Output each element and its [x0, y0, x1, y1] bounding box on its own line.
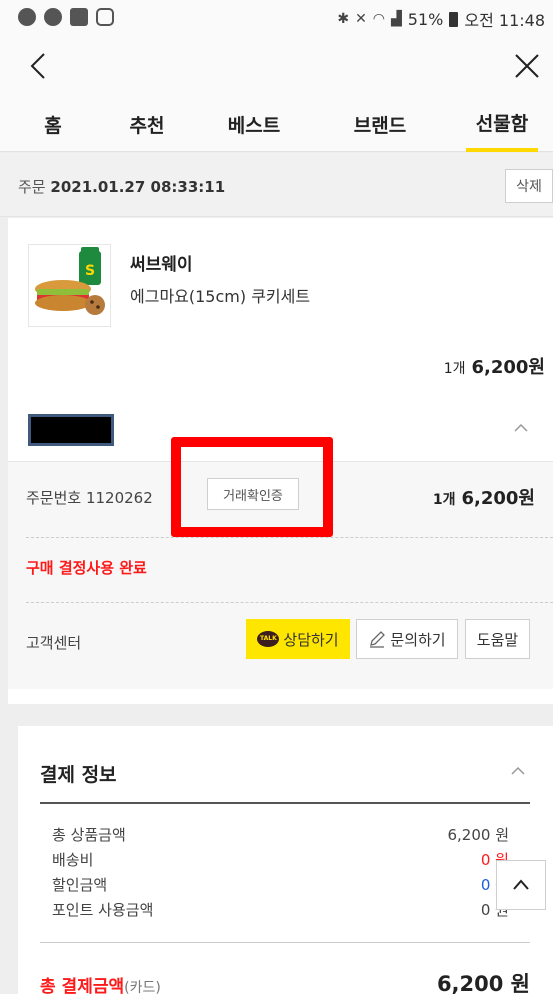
total-payment-value: 6,200 원: [436, 972, 530, 994]
detail-price: 6,200원: [461, 488, 536, 509]
divider: [40, 942, 530, 943]
row-label: 배송비: [52, 851, 94, 869]
detail-quantity: 1개: [432, 492, 456, 508]
bluetooth-icon: ✱: [337, 11, 350, 27]
help-button[interactable]: 도움말: [465, 619, 530, 659]
tab-recommend[interactable]: 추천: [112, 96, 182, 152]
clock: 오전 11:48: [464, 11, 545, 30]
battery-percent: 51%: [407, 9, 444, 29]
mute-icon: ✕: [355, 11, 367, 27]
signal-icon: ▟: [391, 11, 402, 27]
talk-label: 상담하기: [283, 630, 339, 649]
order-date-value: 2021.01.27 08:33:11: [50, 178, 226, 196]
gallery-notification-icon: [70, 8, 88, 26]
pencil-icon: [370, 631, 386, 648]
divider: [26, 602, 553, 603]
sandwich-image: S: [35, 247, 105, 315]
total-label-text: 총 결제금액: [40, 977, 125, 994]
instagram-notification-icon: [96, 8, 114, 26]
payment-row-points: 포인트 사용금액 0 원: [52, 899, 509, 920]
detail-qty-price: 1개 6,200원: [433, 484, 535, 510]
order-date-prefix: 주문: [18, 178, 46, 196]
order-card: S 써브웨이 에그마요(15cm) 쿠키세트 1개 6,200원 주문번호 112…: [8, 218, 553, 704]
status-bar: ✱ ✕ ◠ ▟ 51% 오전 11:48: [0, 0, 553, 36]
delete-button[interactable]: 삭제: [505, 169, 553, 203]
divider: [40, 802, 530, 804]
payment-row-product-total: 총 상품금액 6,200 원: [52, 824, 509, 845]
total-payment-label: 총 결제금액(카드): [40, 972, 161, 994]
tab-brand[interactable]: 브랜드: [337, 96, 423, 152]
tab-best[interactable]: 베스트: [214, 96, 294, 152]
app-notification-icon: [18, 8, 36, 26]
row-value: 6,200 원: [447, 826, 509, 844]
close-icon: [515, 54, 539, 78]
inquiry-button[interactable]: 문의하기: [356, 619, 458, 659]
row-label: 총 상품금액: [52, 826, 126, 844]
tab-home[interactable]: 홈: [18, 96, 88, 152]
kakao-talk-icon: TALK: [257, 631, 280, 647]
payment-info-card: 결제 정보 총 상품금액 6,200 원 배송비 0 원 할인금액 0 원 포인…: [18, 726, 553, 994]
payment-row-discount: 할인금액 0 원: [52, 874, 509, 895]
wifi-icon: ◠: [372, 11, 386, 27]
battery-icon: [449, 11, 459, 27]
row-label: 포인트 사용금액: [52, 901, 154, 919]
back-arrow-icon: [30, 53, 45, 79]
scroll-to-top-button[interactable]: [496, 860, 546, 910]
back-button[interactable]: [18, 46, 58, 86]
kakao-talk-consult-button[interactable]: TALK 상담하기: [246, 619, 350, 659]
payment-row-shipping: 배송비 0 원: [52, 849, 509, 870]
highlight-annotation-box: [171, 437, 333, 537]
payment-method: (카드): [124, 980, 161, 994]
notification-icons: [18, 8, 114, 26]
system-indicators: ✱ ✕ ◠ ▟ 51% 오전 11:48: [337, 7, 545, 31]
chevron-up-icon[interactable]: [511, 418, 531, 438]
tab-gift-box[interactable]: 선물함: [466, 96, 538, 152]
divider: [26, 537, 553, 538]
chevron-up-icon: [513, 879, 529, 890]
top-tabs: 홈 추천 베스트 브랜드 선물함: [0, 96, 553, 152]
chevron-up-icon[interactable]: [509, 762, 527, 780]
order-detail-box: 주문번호 11202623 거래확인증 1개6,200원 구매 결정사용 완료 …: [8, 437, 553, 689]
row-label: 할인금액: [52, 876, 108, 894]
inquiry-label: 문의하기: [390, 630, 446, 649]
shop-name[interactable]: 써브웨이: [130, 250, 193, 275]
close-button[interactable]: [507, 46, 547, 86]
talk-notification-icon: [44, 8, 62, 26]
item-quantity: 1개: [443, 361, 466, 377]
order-date: 주문 2021.01.27 08:33:11: [18, 176, 225, 197]
app-header: [0, 36, 553, 96]
product-thumbnail[interactable]: S: [28, 244, 111, 327]
item-price: 6,200원: [471, 357, 546, 378]
customer-center-label: 고객센터: [26, 634, 82, 652]
order-status: 구매 결정사용 완료: [26, 559, 147, 577]
order-number-head: 주문번호 1120262: [26, 489, 153, 507]
item-qty-price: 1개 6,200원: [444, 353, 545, 379]
product-name[interactable]: 에그마요(15cm) 쿠키세트: [130, 283, 310, 307]
order-header: 주문 2021.01.27 08:33:11 삭제: [0, 153, 553, 217]
redacted-seller-box: [28, 414, 114, 446]
payment-title: 결제 정보: [40, 764, 117, 786]
svg-text:S: S: [85, 263, 95, 279]
